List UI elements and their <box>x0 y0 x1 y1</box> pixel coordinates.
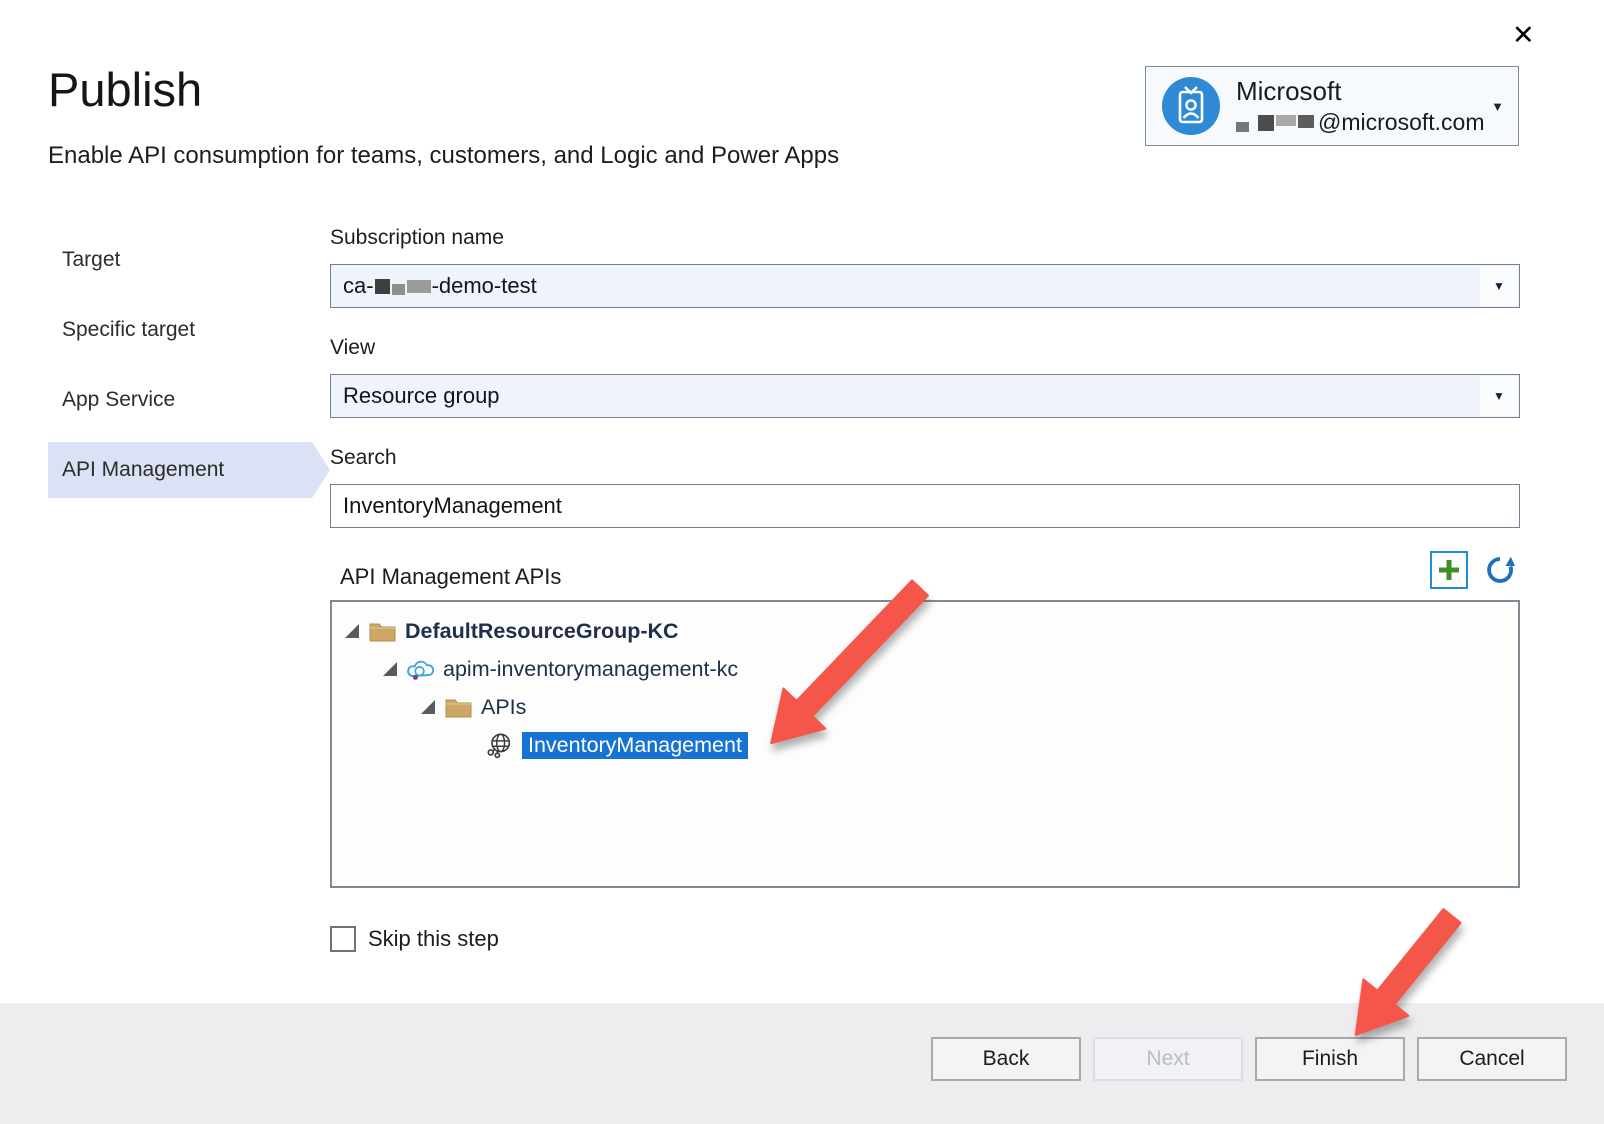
expand-triangle-icon[interactable] <box>383 662 397 676</box>
chevron-down-icon[interactable]: ▼ <box>1480 266 1518 306</box>
search-label: Search <box>330 446 397 470</box>
redaction-block <box>1236 122 1249 132</box>
account-email: @microsoft.com <box>1236 109 1484 136</box>
tree-row-resource-group[interactable]: DefaultResourceGroup-KC <box>332 612 1518 650</box>
tree-row-inventory-management[interactable]: InventoryManagement <box>332 726 1518 764</box>
redaction-block <box>375 279 390 294</box>
sidebar-item-label: API Management <box>62 458 224 482</box>
tree-row-label: APIs <box>481 695 526 720</box>
redaction-block <box>1258 115 1274 131</box>
subscription-value-suffix: -demo-test <box>432 273 537 299</box>
sidebar-item-app-service[interactable]: App Service <box>48 372 312 428</box>
page-title: Publish <box>48 62 202 117</box>
chevron-down-icon: ▼ <box>1491 99 1504 114</box>
wizard-steps: Target Specific target App Service API M… <box>48 232 312 498</box>
close-icon[interactable]: ✕ <box>1512 22 1535 49</box>
redaction-block <box>1276 115 1296 126</box>
tree-row-label: DefaultResourceGroup-KC <box>405 619 679 644</box>
redaction-block <box>1298 115 1314 128</box>
chevron-down-icon[interactable]: ▼ <box>1480 376 1518 416</box>
back-button[interactable]: Back <box>931 1037 1081 1081</box>
folder-icon <box>445 696 472 718</box>
expand-triangle-icon[interactable] <box>421 700 435 714</box>
refresh-button[interactable] <box>1484 553 1518 587</box>
folder-icon <box>369 620 396 642</box>
next-button[interactable]: Next <box>1093 1037 1243 1081</box>
sidebar-item-specific-target[interactable]: Specific target <box>48 302 312 358</box>
tree-row-label: apim-inventorymanagement-kc <box>443 657 738 682</box>
redaction-block <box>407 280 431 293</box>
api-globe-icon <box>485 730 513 760</box>
tree-row-label-selected: InventoryManagement <box>522 732 748 759</box>
view-label: View <box>330 336 375 360</box>
sidebar-item-target[interactable]: Target <box>48 232 312 288</box>
refresh-icon <box>1484 553 1518 587</box>
subscription-name-combobox[interactable]: ca- -demo-test ▼ <box>330 264 1520 308</box>
publish-dialog: ✕ Publish Enable API consumption for tea… <box>0 0 1604 1124</box>
view-combobox[interactable]: Resource group ▼ <box>330 374 1520 418</box>
skip-step-label: Skip this step <box>368 926 499 952</box>
add-button[interactable] <box>1430 551 1468 589</box>
sidebar-item-api-management[interactable]: API Management <box>48 442 312 498</box>
search-input[interactable] <box>330 484 1520 528</box>
expand-triangle-icon[interactable] <box>345 624 359 638</box>
view-value: Resource group <box>343 383 500 409</box>
sidebar-item-label: Specific target <box>62 318 195 342</box>
avatar <box>1162 77 1220 135</box>
cancel-button[interactable]: Cancel <box>1417 1037 1567 1081</box>
subscription-value-prefix: ca- <box>343 273 374 299</box>
sidebar-item-label: App Service <box>62 388 175 412</box>
api-management-cloud-icon <box>406 657 434 682</box>
tree-row-apis-folder[interactable]: APIs <box>332 688 1518 726</box>
api-tree: DefaultResourceGroup-KC apim-inventoryma… <box>330 600 1520 888</box>
dialog-footer: Back Next Finish Cancel <box>0 1003 1604 1124</box>
api-management-apis-label: API Management APIs <box>340 564 561 590</box>
id-badge-icon <box>1171 84 1211 128</box>
account-provider: Microsoft <box>1236 76 1484 107</box>
page-subtitle: Enable API consumption for teams, custom… <box>48 142 839 170</box>
tree-row-apim-instance[interactable]: apim-inventorymanagement-kc <box>332 650 1518 688</box>
sidebar-item-label: Target <box>62 248 120 272</box>
skip-step-checkbox[interactable] <box>330 926 356 952</box>
finish-button[interactable]: Finish <box>1255 1037 1405 1081</box>
subscription-name-label: Subscription name <box>330 226 504 250</box>
plus-icon <box>1437 558 1461 582</box>
redaction-block <box>392 284 405 295</box>
account-dropdown[interactable]: Microsoft @microsoft.com ▼ <box>1145 66 1519 146</box>
